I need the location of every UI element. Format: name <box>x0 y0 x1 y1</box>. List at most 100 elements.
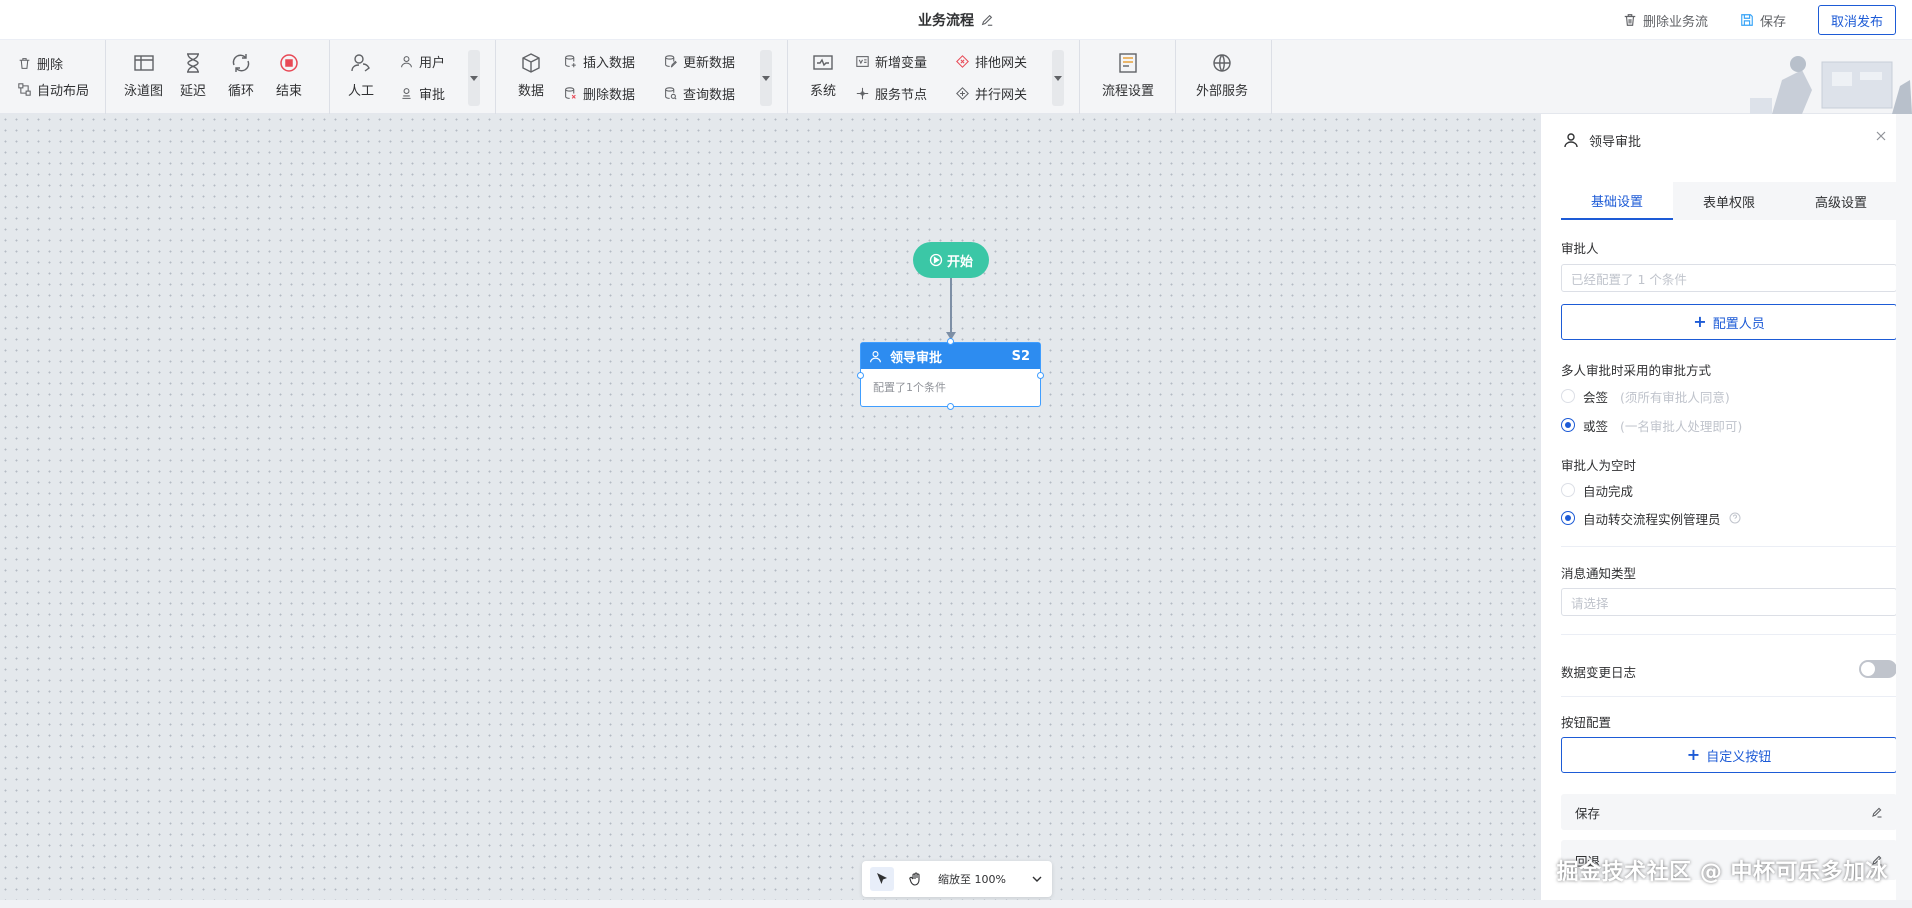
toolbar-user[interactable]: 用户 <box>400 52 446 71</box>
toolbar-auto-layout-label: 自动布局 <box>37 83 90 99</box>
cancel-publish-button[interactable]: 取消发布 <box>1817 5 1896 35</box>
toolbar-auto-layout[interactable]: 自动布局 <box>18 80 90 99</box>
chevron-down-icon[interactable] <box>1030 872 1044 886</box>
bottom-strip <box>0 900 1912 908</box>
toolbar-parallel-gateway[interactable]: 并行网关 <box>956 84 1027 103</box>
loop-icon <box>232 54 250 72</box>
node-handle-bottom[interactable] <box>947 403 954 410</box>
radio-countersign-hint: (须所有审批人同意) <box>1620 389 1730 405</box>
toolbar-delay[interactable]: 延迟 <box>180 52 206 99</box>
task-node-header: 领导审批 S2 <box>861 343 1040 369</box>
toolbar-approval[interactable]: 审批 <box>400 84 445 103</box>
hourglass-icon <box>187 53 199 73</box>
database-plus-icon <box>565 54 576 67</box>
zoom-level[interactable]: 缩放至 100% <box>938 871 1006 887</box>
toolbar-end-label: 结束 <box>276 84 303 99</box>
toolbar-group-edit: 删除 自动布局 <box>0 40 106 114</box>
approver-input[interactable]: 已经配置了 1 个条件 <box>1561 264 1897 292</box>
notify-type-label: 消息通知类型 <box>1561 566 1637 581</box>
save-label: 保存 <box>1759 14 1786 30</box>
radio-countersign[interactable]: 会签 (须所有审批人同意) <box>1561 386 1730 406</box>
change-log-label: 数据变更日志 <box>1561 665 1637 680</box>
toolbar-exclusive-gateway[interactable]: 排他网关 <box>956 52 1028 71</box>
toolbar-data-label: 数据 <box>518 84 545 99</box>
panel-tabs: 基础设置 表单权限 高级设置 <box>1561 182 1897 220</box>
toolbar-manual[interactable]: 人工 <box>348 52 374 99</box>
help-icon[interactable] <box>1729 512 1741 524</box>
toolbar-end[interactable]: 结束 <box>276 52 302 99</box>
toolbar-query-data[interactable]: 查询数据 <box>664 84 735 103</box>
toolbar-data[interactable]: 数据 <box>518 52 544 99</box>
task-node-title: 领导审批 <box>890 350 943 366</box>
top-actions: 删除业务流 保存 取消发布 <box>1623 4 1896 36</box>
toolbar-new-variable[interactable]: 新增变量 <box>856 52 927 71</box>
plus-icon: + <box>1686 745 1701 764</box>
toolbar-exclusive-gateway-label: 排他网关 <box>975 55 1028 71</box>
start-node[interactable]: 开始 <box>913 242 989 278</box>
toolbar-delete-data-label: 删除数据 <box>583 87 636 103</box>
database-delete-icon <box>565 86 576 99</box>
settings-doc-icon <box>1119 53 1137 73</box>
node-handle-left[interactable] <box>857 372 864 379</box>
flow-canvas[interactable]: 开始 领导审批 S2 配置了1个条件 缩放至 100% <box>0 114 1540 900</box>
toolbar-service-node[interactable]: 服务节点 <box>856 84 927 103</box>
tab-basic-settings[interactable]: 基础设置 <box>1561 182 1673 220</box>
notify-type-select[interactable]: 请选择 <box>1561 588 1897 616</box>
pan-tool-button[interactable] <box>904 867 928 891</box>
toolbar-swimlane[interactable]: 泳道图 <box>124 52 163 99</box>
toolbar-update-data[interactable]: 更新数据 <box>664 52 735 71</box>
toolbar-external-service[interactable]: 外部服务 <box>1196 52 1248 99</box>
toolbar-flow-settings-label: 流程设置 <box>1102 84 1155 99</box>
cursor-icon <box>877 873 887 884</box>
toolbar-system-more[interactable] <box>1052 50 1064 106</box>
node-handle-top[interactable] <box>947 338 954 345</box>
custom-button-button[interactable]: + 自定义按钮 <box>1561 737 1897 773</box>
plus-icon: + <box>1693 312 1707 331</box>
toolbar-loop[interactable]: 循环 <box>228 52 254 99</box>
auto-layout-icon <box>18 82 31 96</box>
change-log-switch[interactable] <box>1859 660 1897 678</box>
select-tool-button[interactable] <box>870 867 894 891</box>
approval-icon <box>402 87 411 99</box>
delete-flow-button[interactable]: 删除业务流 <box>1623 11 1708 30</box>
toolbar-loop-label: 循环 <box>228 84 255 99</box>
toolbar-system[interactable]: 系统 <box>810 52 836 99</box>
toolbar-insert-data[interactable]: 插入数据 <box>564 52 635 71</box>
toolbar-delete-data[interactable]: 删除数据 <box>564 84 636 103</box>
multi-approve-mode-label: 多人审批时采用的审批方式 <box>1561 363 1712 378</box>
hand-icon <box>909 872 920 886</box>
flow-edge[interactable] <box>950 278 952 336</box>
close-icon[interactable] <box>1875 130 1887 142</box>
configure-approver-button[interactable]: + 配置人员 <box>1561 304 1897 340</box>
person-hand-icon <box>351 54 370 72</box>
tab-advanced-settings[interactable]: 高级设置 <box>1785 182 1897 220</box>
toolbar-user-label: 用户 <box>419 55 446 71</box>
edit-icon[interactable] <box>1871 806 1883 818</box>
button-config-row-label: 保存 <box>1575 805 1601 821</box>
decorative-illustration <box>1750 56 1912 114</box>
user-icon <box>870 350 881 362</box>
approval-task-node[interactable]: 领导审批 S2 配置了1个条件 <box>857 338 1044 410</box>
toolbar-delete[interactable]: 删除 <box>18 54 63 73</box>
radio-circle-checked <box>1561 511 1575 525</box>
toolbar-manual-more[interactable] <box>468 50 480 106</box>
node-handle-right[interactable] <box>1037 372 1044 379</box>
delete-flow-label: 删除业务流 <box>1642 14 1708 30</box>
tab-form-permissions[interactable]: 表单权限 <box>1673 182 1785 220</box>
radio-auto-complete[interactable]: 自动完成 <box>1561 480 1633 500</box>
custom-button-label: 自定义按钮 <box>1706 749 1772 765</box>
toolbar-data-more[interactable] <box>760 50 772 106</box>
radio-or-sign-label: 或签 <box>1583 418 1609 434</box>
radio-transfer-admin[interactable]: 自动转交流程实例管理员 <box>1561 508 1741 528</box>
canvas-zoom-control: 缩放至 100% <box>862 861 1052 897</box>
toolbar-flow-settings[interactable]: 流程设置 <box>1102 52 1154 99</box>
save-button[interactable]: 保存 <box>1740 11 1786 30</box>
toolbar-group-external: 外部服务 <box>1176 40 1272 114</box>
radio-or-sign[interactable]: 或签 (一名审批人处理即可) <box>1561 415 1742 435</box>
toolbar-system-label: 系统 <box>810 84 837 99</box>
panel-scrollbar[interactable] <box>1896 114 1912 900</box>
panel-title: 领导审批 <box>1589 134 1642 150</box>
radio-transfer-admin-label: 自动转交流程实例管理员 <box>1583 511 1721 527</box>
toolbar-manual-label: 人工 <box>348 84 375 99</box>
edit-title-icon[interactable] <box>980 13 994 27</box>
